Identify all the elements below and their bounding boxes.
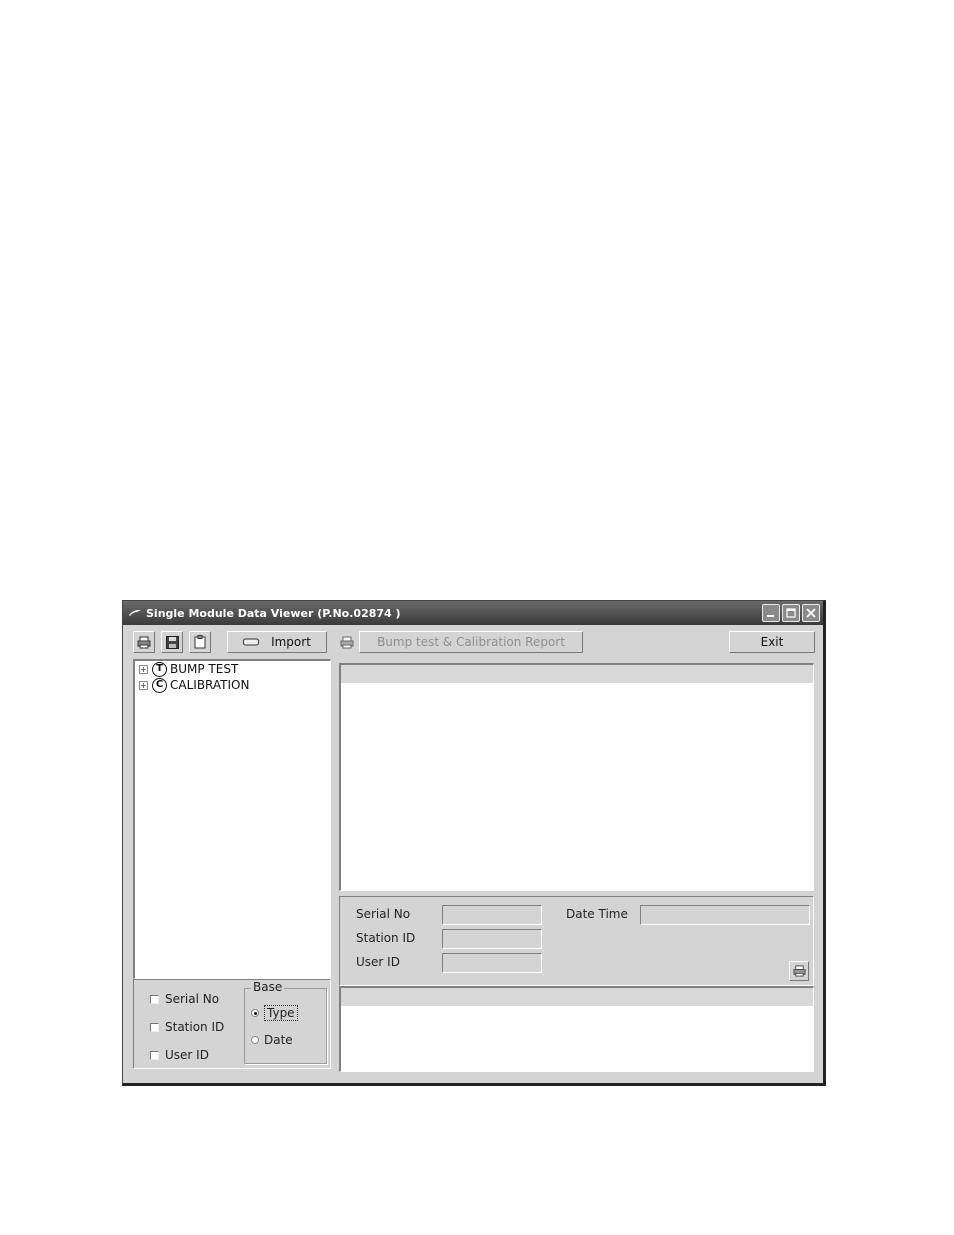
checkbox-label: Station ID [165,1020,225,1034]
filter-panel: Serial No Station ID User ID Base Type D… [133,979,331,1069]
type-radio[interactable]: Type [251,1005,298,1021]
checkbox-box[interactable] [150,1050,159,1060]
records-grid[interactable] [339,663,814,891]
tree-item-calibration[interactable]: + C CALIBRATION [135,677,330,693]
minimize-icon [767,615,774,617]
test-type-icon: T [152,661,167,677]
expand-icon[interactable]: + [139,664,148,674]
radio-label: Date [264,1033,293,1047]
save-button[interactable] [161,631,183,653]
date-time-field[interactable] [640,905,810,925]
checkbox-label: Serial No [165,992,220,1006]
user-id-field[interactable] [442,953,542,973]
close-icon [806,608,816,618]
checkbox-label: User ID [165,1048,209,1062]
close-button[interactable] [802,604,820,622]
record-info-panel: Serial No Station ID User ID Date Time [339,896,814,986]
report-print-button[interactable] [337,631,357,653]
checkbox-box[interactable] [150,1022,159,1032]
minimize-button[interactable] [762,604,780,622]
detail-grid-header [341,988,813,1006]
import-label: Import [271,635,311,649]
info-print-button[interactable] [789,961,809,981]
radio-label: Type [264,1005,298,1021]
user-id-label: User ID [356,955,400,969]
app-window: Single Module Data Viewer (P.No.02874 ) [122,600,826,1086]
station-id-label: Station ID [356,931,416,945]
printer-icon [340,636,354,648]
tree-item-label: CALIBRATION [170,678,250,692]
radio-selected-icon[interactable] [251,1009,259,1017]
window-title: Single Module Data Viewer (P.No.02874 ) [146,606,401,620]
tree-item-label: BUMP TEST [170,662,239,676]
expand-icon[interactable]: + [139,680,148,690]
report-label: Bump test & Calibration Report [377,635,565,649]
exit-label: Exit [760,635,784,649]
grid-header [341,665,813,683]
date-time-label: Date Time [566,907,628,921]
tree-item-bump-test[interactable]: + T BUMP TEST [135,661,330,677]
floppy-disk-icon [165,635,179,649]
test-type-icon: C [152,677,167,693]
app-icon [129,609,141,616]
maximize-button[interactable] [782,604,800,622]
tree-view[interactable]: + T BUMP TEST + C CALIBRATION [133,659,331,979]
radio-icon[interactable] [251,1036,259,1044]
import-icon [243,638,260,646]
printer-icon [793,965,805,977]
station-id-field[interactable] [442,929,542,949]
station-id-checkbox[interactable]: Station ID [150,1020,224,1034]
clipboard-icon [194,635,206,649]
printer-icon [137,636,151,648]
base-legend: Base [251,980,285,994]
date-radio[interactable]: Date [251,1033,293,1047]
user-id-checkbox[interactable]: User ID [150,1048,209,1062]
print-button[interactable] [133,631,155,653]
serial-no-label: Serial No [356,907,411,921]
toolbar: Import Bump test & Calibration Report Ex… [123,627,823,659]
checkbox-box[interactable] [150,994,159,1004]
maximize-icon [786,608,796,618]
base-group: Base Type Date [244,980,327,1064]
exit-button[interactable]: Exit [729,631,815,653]
detail-grid[interactable] [339,986,814,1072]
serial-no-field[interactable] [442,905,542,925]
report-button[interactable]: Bump test & Calibration Report [359,631,583,653]
title-bar[interactable]: Single Module Data Viewer (P.No.02874 ) [123,601,823,625]
import-button[interactable]: Import [227,631,327,653]
clipboard-button[interactable] [189,631,211,653]
serial-no-checkbox[interactable]: Serial No [150,992,219,1006]
